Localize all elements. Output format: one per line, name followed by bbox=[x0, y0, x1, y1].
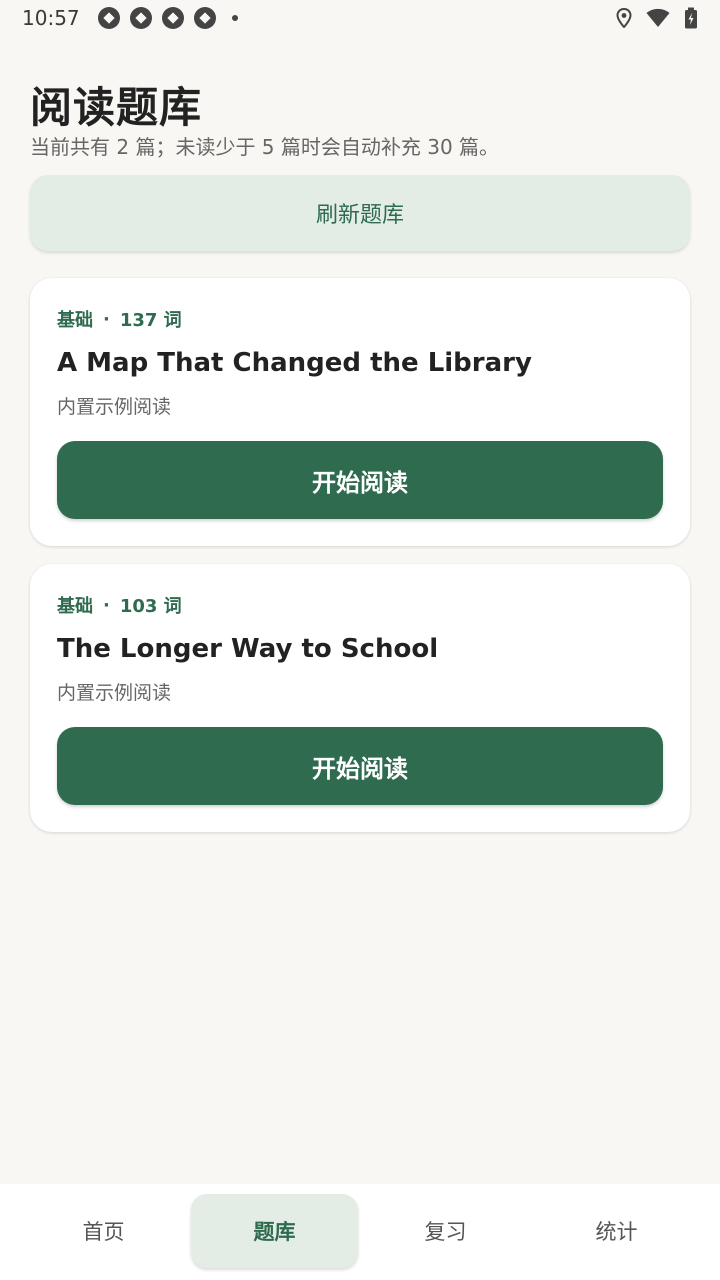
meta-separator: · bbox=[103, 308, 110, 330]
article-level: 基础 bbox=[57, 310, 93, 331]
article-meta: 基础 · 137 词 bbox=[57, 306, 182, 332]
nav-item-library[interactable]: 题库 bbox=[191, 1194, 358, 1268]
article-level: 基础 bbox=[57, 596, 93, 617]
app-notification-icon bbox=[161, 7, 184, 29]
location-icon bbox=[616, 8, 632, 28]
status-time: 10:57 bbox=[22, 6, 80, 30]
page-title: 阅读题库 bbox=[30, 83, 203, 132]
app-notification-icon bbox=[129, 7, 152, 29]
article-card: 基础 · 103 词 The Longer Way to School 内置示例… bbox=[30, 564, 690, 832]
status-right bbox=[616, 7, 698, 29]
app-notification-icon bbox=[193, 7, 216, 29]
refresh-library-button[interactable]: 刷新题库 bbox=[30, 175, 690, 251]
app-notification-icon bbox=[97, 7, 120, 29]
article-title: A Map That Changed the Library bbox=[57, 348, 532, 378]
article-source: 内置示例阅读 bbox=[57, 396, 172, 418]
nav-item-review[interactable]: 复习 bbox=[362, 1194, 529, 1268]
article-card: 基础 · 137 词 A Map That Changed the Librar… bbox=[30, 278, 690, 546]
page-subtitle: 当前共有 2 篇；未读少于 5 篇时会自动补充 30 篇。 bbox=[30, 135, 500, 159]
nav-item-stats[interactable]: 统计 bbox=[533, 1194, 700, 1268]
battery-icon bbox=[684, 7, 698, 29]
start-reading-button[interactable]: 开始阅读 bbox=[57, 727, 663, 805]
article-word-count: 103 词 bbox=[119, 596, 182, 617]
meta-separator: · bbox=[103, 594, 110, 616]
wifi-icon bbox=[646, 8, 670, 28]
status-left: 10:57 bbox=[22, 6, 238, 30]
status-bar: 10:57 bbox=[0, 0, 720, 36]
article-word-count: 137 词 bbox=[119, 310, 182, 331]
start-reading-button[interactable]: 开始阅读 bbox=[57, 441, 663, 519]
nav-item-home[interactable]: 首页 bbox=[20, 1194, 187, 1268]
article-meta: 基础 · 103 词 bbox=[57, 592, 182, 618]
bottom-navigation: 首页 题库 复习 统计 bbox=[0, 1184, 720, 1280]
article-source: 内置示例阅读 bbox=[57, 682, 172, 704]
more-notifications-dot-icon bbox=[231, 15, 238, 21]
screen: 10:57 阅读题库 当前共有 2 篇；未读少于 5 篇时会自动补充 30 篇。… bbox=[0, 0, 720, 1280]
article-title: The Longer Way to School bbox=[57, 634, 439, 664]
